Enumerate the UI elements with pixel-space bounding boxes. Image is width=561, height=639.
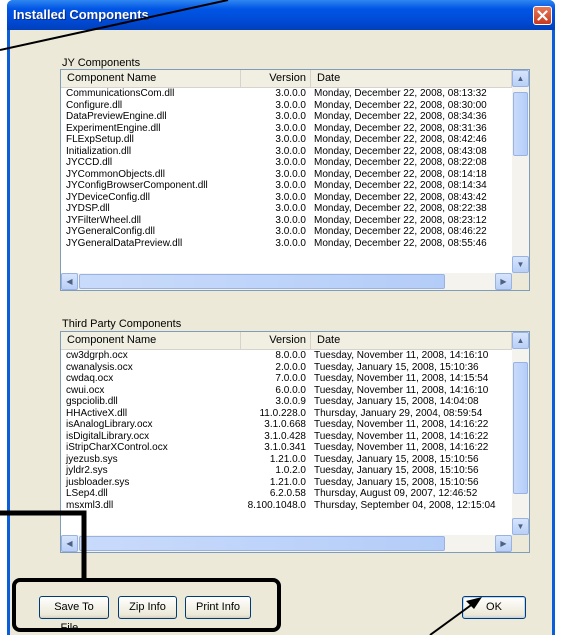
callout-line-ok bbox=[429, 602, 475, 635]
annotation-lines bbox=[0, 0, 482, 635]
callout-line-buttons bbox=[0, 510, 87, 578]
callout-line-title bbox=[0, 0, 229, 51]
